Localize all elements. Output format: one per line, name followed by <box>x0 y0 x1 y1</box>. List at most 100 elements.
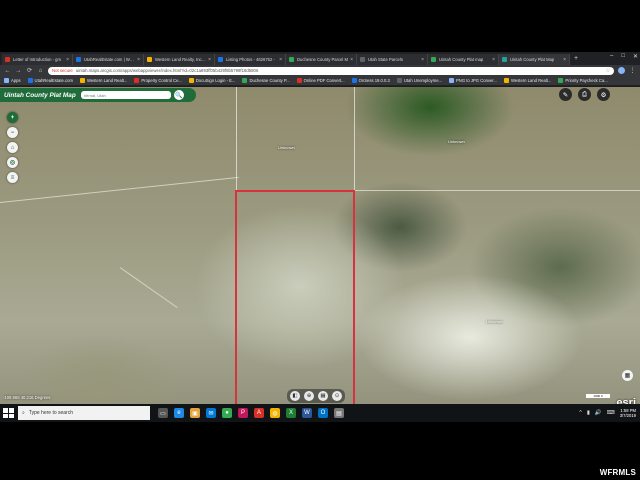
minimize-button[interactable]: – <box>610 53 613 60</box>
bookmark-label: Western Land Realt... <box>86 78 128 83</box>
layer-list-icon[interactable]: ≡ <box>7 172 18 183</box>
browser-tab[interactable]: Letter of Introduction - gm × <box>2 54 73 65</box>
window-controls: – □ ✕ <box>610 53 638 60</box>
bookmark-label: OnSess 19.0.0.3 <box>358 78 390 83</box>
taskbar-app-icon[interactable]: A <box>254 408 264 418</box>
volume-icon[interactable]: 🔊 <box>595 410 602 416</box>
settings-tool-icon[interactable]: ⚙ <box>597 88 610 101</box>
tab-label: Listing Photos - 4626752 - <box>226 57 275 62</box>
not-secure-label[interactable]: Not secure <box>52 68 73 73</box>
bookmark-item[interactable]: Priority Paycheck Ca... <box>558 78 608 83</box>
maximize-button[interactable]: □ <box>621 53 625 60</box>
bookmark-item[interactable]: Apps <box>4 78 21 83</box>
locate-icon[interactable]: ◎ <box>7 157 18 168</box>
bookmark-item[interactable]: Duchesne County P... <box>242 78 290 83</box>
bookmark-item[interactable]: Utah Unemployme... <box>396 78 442 83</box>
reload-button[interactable]: ⟳ <box>26 67 33 74</box>
app-header: Uintah County Plat Map 🔍 <box>0 88 196 102</box>
taskbar-app-icon[interactable]: ▤ <box>334 408 344 418</box>
taskbar-app-icon[interactable]: e <box>174 408 184 418</box>
tab-close-icon[interactable]: × <box>66 57 69 63</box>
start-button[interactable] <box>2 407 14 419</box>
map-view[interactable]: Unknown Unknown Unknown Uintah County Pl… <box>0 87 640 422</box>
bookmark-favicon-icon <box>558 78 564 83</box>
taskbar-app-icon[interactable]: ● <box>222 408 232 418</box>
map-bottom-toolbar: ◧ ⊕ ▦ ⊙ <box>287 389 345 403</box>
battery-icon[interactable]: ▮ <box>587 410 590 416</box>
taskbar-app-icon[interactable]: O <box>318 408 328 418</box>
road <box>355 190 640 191</box>
zoom-in-button[interactable]: + <box>7 112 18 123</box>
bookmark-star-icon[interactable]: ☆ <box>606 68 610 74</box>
clock[interactable]: 1:58 PM 3/7/2019 <box>620 408 636 418</box>
taskbar-app-icon[interactable]: ✉ <box>206 408 216 418</box>
browser-tab[interactable]: Duchesne County Parcel M × <box>286 54 357 65</box>
taskbar-app-icon[interactable]: P <box>238 408 248 418</box>
print-tool-icon[interactable]: ⎙ <box>578 88 591 101</box>
bookmark-item[interactable]: Western Land Realt... <box>79 78 128 83</box>
map-controls: + − ⌂ ◎ ≡ <box>7 112 18 183</box>
browser-tab[interactable]: Uintah County Plat Map × <box>499 54 570 65</box>
section-line <box>354 87 355 190</box>
bookmark-item[interactable]: OnSess 19.0.0.3 <box>351 78 390 83</box>
bookmark-label: Western Land Realt... <box>510 78 552 83</box>
tab-close-icon[interactable]: × <box>208 57 211 63</box>
taskbar-app-icon[interactable]: ◍ <box>270 408 280 418</box>
tab-label: Letter of Introduction - gm <box>13 57 61 62</box>
tab-close-icon[interactable]: × <box>137 57 140 63</box>
browser-tab[interactable]: Utah State Parcels × <box>357 54 428 65</box>
tab-close-icon[interactable]: × <box>279 57 282 63</box>
taskbar-search-box[interactable]: ⌕ Type here to search <box>18 406 150 420</box>
bookmark-favicon-icon <box>4 78 9 83</box>
home-extent-icon[interactable]: ⌂ <box>7 142 18 153</box>
menu-kebab-icon[interactable]: ⋮ <box>629 67 636 74</box>
bookmark-item[interactable]: UtahRealEstate.com <box>27 78 73 83</box>
bookmark-label: Apps <box>11 78 21 83</box>
tab-close-icon[interactable]: × <box>421 57 424 63</box>
taskbar-app-icon[interactable]: ▣ <box>190 408 200 418</box>
view-icon[interactable]: ⊙ <box>332 391 342 401</box>
grid-icon[interactable]: ▦ <box>318 391 328 401</box>
tray-expand-icon[interactable]: ^ <box>579 410 582 416</box>
forward-button[interactable]: → <box>15 68 22 74</box>
address-bar-row: ← → ⟳ ⌂ Not secure uintah.maps.arcgis.co… <box>0 65 640 76</box>
profile-avatar[interactable] <box>618 67 625 74</box>
bookmark-item[interactable]: Western Land Realt... <box>503 78 552 83</box>
browser-tab[interactable]: Uintah County Plat map × <box>428 54 499 65</box>
close-window-button[interactable]: ✕ <box>633 53 638 60</box>
taskbar-app-icon[interactable]: X <box>286 408 296 418</box>
browser-tab[interactable]: Western Land Realty, Inc. A × <box>144 54 215 65</box>
bookmark-item[interactable]: Property Control Ce... <box>134 78 182 83</box>
keyboard-icon[interactable]: ⌨ <box>607 410 615 416</box>
url-text[interactable]: uintah.maps.arcgis.com/apps/webappviewer… <box>76 68 259 73</box>
tab-close-icon[interactable]: × <box>350 57 353 63</box>
search-icon[interactable]: 🔍 <box>173 90 184 100</box>
browser-tab[interactable]: UtahRealEstate.com | WFR × <box>73 54 144 65</box>
draw-tool-icon[interactable]: ✎ <box>559 88 572 101</box>
measure-icon[interactable]: ⊕ <box>304 391 314 401</box>
taskbar-app-icon[interactable]: W <box>302 408 312 418</box>
zoom-out-button[interactable]: − <box>7 127 18 138</box>
search-field[interactable] <box>80 91 171 99</box>
home-button[interactable]: ⌂ <box>37 68 44 74</box>
tab-close-icon[interactable]: × <box>492 57 495 63</box>
overview-map-icon[interactable]: ▦ <box>622 370 633 381</box>
basemap-icon[interactable]: ◧ <box>290 391 300 401</box>
bookmark-label: Priority Paycheck Ca... <box>565 78 608 83</box>
taskbar-app-icon[interactable]: ▭ <box>158 408 168 418</box>
tab-close-icon[interactable]: × <box>563 57 566 63</box>
scale-bar: 1000 ft <box>586 394 610 398</box>
header-tools: ✎ ⎙ ⚙ <box>559 88 610 101</box>
bookmark-favicon-icon <box>27 78 33 83</box>
tab-favicon-icon <box>431 57 436 62</box>
selected-parcel-outline[interactable] <box>235 190 355 412</box>
bookmark-item[interactable]: PNG to JPG Conver... <box>449 78 497 83</box>
browser-tab[interactable]: Listing Photos - 4626752 - × <box>215 54 286 65</box>
bookmark-item[interactable]: Online PDF Convert... <box>296 78 345 83</box>
bookmark-item[interactable]: DocuSign Login - E... <box>188 78 235 83</box>
browser-tab-strip: Letter of Introduction - gm × UtahRealEsta… <box>0 52 640 65</box>
url-input[interactable]: Not secure uintah.maps.arcgis.com/apps/w… <box>48 66 614 75</box>
new-tab-button[interactable]: + <box>574 55 578 62</box>
search-input[interactable] <box>83 92 168 98</box>
back-button[interactable]: ← <box>4 68 11 74</box>
